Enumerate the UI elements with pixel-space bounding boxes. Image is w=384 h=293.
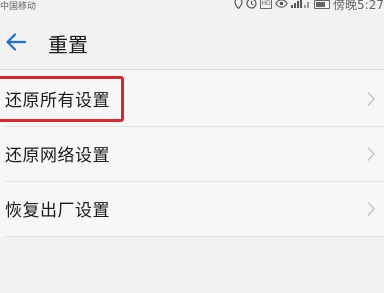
- back-arrow-icon: [6, 33, 27, 51]
- settings-list: 还原所有设置 还原网络设置 恢复出厂设置: [0, 72, 384, 237]
- chevron-right-icon: [367, 147, 375, 161]
- list-item-reset-all-settings[interactable]: 还原所有设置: [0, 72, 384, 126]
- chevron-right-icon: [367, 92, 375, 106]
- battery-icon: [314, 0, 331, 9]
- eye-icon: [275, 0, 288, 10]
- page-title: 重置: [48, 33, 88, 57]
- alarm-icon: [246, 0, 257, 11]
- list-item-factory-reset[interactable]: 恢复出厂设置: [0, 182, 384, 236]
- hd-icon: HD: [260, 0, 273, 9]
- list-item-label: 还原所有设置: [5, 91, 110, 111]
- status-bar: 中国移动 HD 傍晚5:27: [0, 0, 384, 14]
- header-divider: [0, 69, 384, 70]
- carrier-label: 中国移动: [0, 2, 37, 12]
- divider: [5, 236, 384, 237]
- clock: 傍晚5:27: [333, 0, 384, 12]
- list-item-reset-network-settings[interactable]: 还原网络设置: [0, 127, 384, 181]
- signal-icon: [291, 0, 311, 10]
- list-item-label: 恢复出厂设置: [5, 201, 110, 221]
- back-button[interactable]: [4, 30, 28, 54]
- status-icons: HD 傍晚5:27: [234, 0, 384, 12]
- location-icon: [234, 0, 243, 11]
- app-bar: 重置: [0, 14, 384, 72]
- list-item-label: 还原网络设置: [5, 146, 110, 166]
- chevron-right-icon: [367, 202, 375, 216]
